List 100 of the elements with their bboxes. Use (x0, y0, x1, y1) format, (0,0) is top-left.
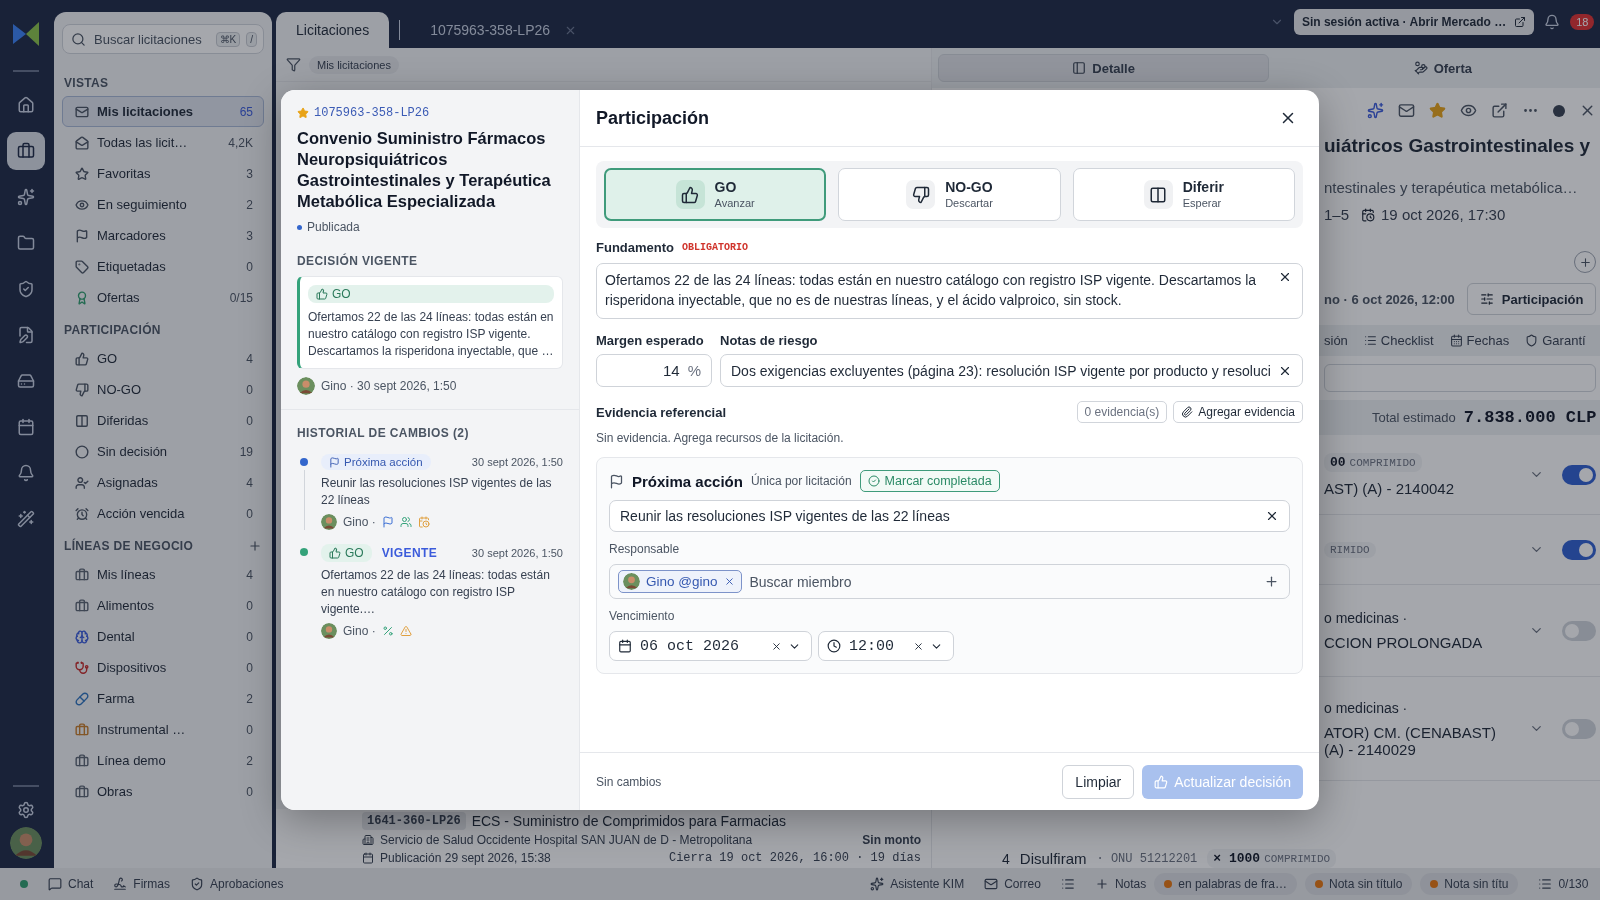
eye-icon[interactable] (1460, 102, 1478, 119)
sidebar-item[interactable]: Diferidas 0 (62, 405, 264, 436)
sidebar-item[interactable]: Línea demo 2 (62, 745, 264, 776)
add-evidence-button[interactable]: Agregar evidencia (1173, 401, 1303, 423)
sidebar-item[interactable]: Ofertas 0/15 (62, 282, 264, 313)
evidence-count[interactable]: 0 evidencia(s) (1076, 401, 1168, 423)
clear-button[interactable]: Limpiar (1062, 764, 1135, 799)
time-input[interactable]: 12:00 (847, 636, 907, 656)
action-field[interactable]: Reunir las resoluciones ISP vigentes de las 22 líneas (609, 500, 1290, 532)
reason-field[interactable]: Ofertamos 22 de las 24 líneas: todas están en nuestro catálogo con registro ISP vigente. Descartamos la risperidona inyectable, que no es de nuestras líneas, y el ácido valproico, sin stock. (596, 263, 1303, 319)
sidebar-item[interactable]: GO 4 (62, 343, 264, 374)
clear-icon[interactable] (771, 640, 782, 652)
sidebar-item[interactable]: Instrumental … 0 (62, 714, 264, 745)
tab[interactable]: Licitaciones (276, 12, 390, 48)
sidebar-item[interactable]: Asignadas 4 (62, 467, 264, 498)
sidebar-item[interactable]: Todas las licit… 4,2K (62, 127, 264, 158)
sidebar-item[interactable]: Marcadores 3 (62, 220, 264, 251)
sidebar-item[interactable]: Etiquetadas 0 (62, 251, 264, 282)
sidebar-item[interactable]: Obras 0 (62, 776, 264, 807)
time-field[interactable]: 12:00 (818, 631, 954, 661)
total-value: 7.838.000 CLP (1463, 408, 1597, 427)
sidebar-item[interactable]: Dental 0 (62, 621, 264, 652)
margin-field[interactable]: 14 % (596, 354, 712, 387)
session-button[interactable]: Sin sesión activa · Abrir Mercado … (1293, 9, 1535, 35)
clear-icon[interactable] (1278, 270, 1292, 284)
margin-input[interactable]: 14 (605, 361, 682, 380)
sidebar-item[interactable]: Mis licitaciones 65 (62, 96, 264, 127)
status-button[interactable]: Aprobaciones (190, 877, 284, 891)
sub-tab[interactable]: Garantí (1525, 333, 1586, 348)
sparkles-icon[interactable] (1367, 102, 1385, 119)
search-field[interactable] (1324, 364, 1597, 392)
participation-button[interactable]: Participación (1466, 283, 1597, 315)
list-icon[interactable] (1060, 877, 1075, 891)
action-input[interactable]: Reunir las resoluciones ISP vigentes de las 22 líneas (618, 507, 1259, 525)
filter-icon[interactable] (286, 57, 301, 72)
toggle[interactable] (1562, 620, 1597, 641)
decision-tag: GO (321, 544, 372, 562)
clear-icon[interactable] (1265, 509, 1279, 523)
complete-button[interactable]: Marcar completada (859, 470, 1000, 492)
decision-option[interactable]: Diferir Esperar (1072, 168, 1295, 221)
add-icon[interactable] (1264, 574, 1279, 589)
sidebar-item[interactable]: NO-GO 0 (62, 374, 264, 405)
check-circle-icon (867, 475, 880, 487)
briefcase-icon (17, 142, 35, 160)
sidebar-item[interactable]: Acción vencida 0 (62, 498, 264, 529)
status-button[interactable]: Correo (984, 877, 1041, 891)
filter-chip[interactable]: Mis licitaciones (309, 55, 399, 74)
tab[interactable]: Oferta (1277, 54, 1600, 82)
search-input[interactable]: Buscar licitaciones (92, 30, 210, 48)
item-count: 0 (246, 629, 253, 644)
sidebar-item[interactable]: Favoritas 3 (62, 158, 264, 189)
tender-card[interactable] (276, 809, 931, 868)
sidebar-item[interactable]: Farma 2 (62, 683, 264, 714)
toggle[interactable] (1562, 464, 1597, 485)
status-button[interactable]: Asistente KIM (870, 877, 965, 891)
decision-option[interactable]: NO-GO Descartar (838, 168, 1061, 221)
sidebar-item[interactable]: Mis líneas 4 (62, 559, 264, 590)
risk-notes-input[interactable]: Dos exigencias excluyentes (página 23): resolución ISP vigente por producto y resoluci (729, 361, 1272, 380)
note-chip[interactable]: Nota sin título (1305, 873, 1413, 895)
note-chip[interactable]: en palabras de fra… (1154, 873, 1297, 895)
remove-icon[interactable] (723, 576, 735, 587)
paperclip-icon (1181, 406, 1194, 418)
nav-button[interactable] (7, 132, 45, 170)
mail-icon[interactable] (1398, 102, 1416, 119)
tab[interactable]: Detalle (938, 54, 1270, 82)
shield-icon (1525, 334, 1539, 347)
toggle[interactable] (1562, 539, 1597, 560)
sidebar-item[interactable]: Dispositivos 0 (62, 652, 264, 683)
notes-button[interactable]: Notas (1094, 877, 1147, 891)
note-chip[interactable]: Nota sin títu (1420, 873, 1519, 895)
add-button[interactable] (1574, 251, 1597, 273)
bell-icon[interactable] (1544, 14, 1561, 30)
status-button[interactable]: Firmas (113, 877, 171, 891)
status-button[interactable]: Chat (48, 877, 94, 891)
risk-notes-field[interactable]: Dos exigencias excluyentes (página 23): resolución ISP vigente por producto y resoluci (720, 354, 1303, 387)
logo (11, 20, 41, 48)
settings-icon[interactable] (17, 801, 35, 819)
star-icon[interactable] (1429, 102, 1447, 119)
member-field[interactable]: Gino @gino Buscar miembro (609, 564, 1290, 599)
mail-icon (75, 104, 89, 119)
sidebar-item[interactable]: Sin decisión 19 (62, 436, 264, 467)
clear-icon[interactable] (913, 640, 924, 652)
sub-tab[interactable]: Fechas (1449, 333, 1510, 348)
external-link-icon[interactable] (1491, 102, 1509, 119)
sidebar-item[interactable]: En seguimiento 2 (62, 189, 264, 220)
line-name: o medicinas · (1324, 610, 1409, 626)
decision-option[interactable]: GO Avanzar (604, 168, 827, 221)
member-search-input[interactable]: Buscar miembro (747, 572, 1258, 591)
tab[interactable]: 1075963-358-LP26 (410, 12, 598, 48)
sub-tab[interactable]: Checklist (1363, 333, 1434, 348)
search-field[interactable]: Buscar licitaciones ⌘K / (62, 24, 264, 54)
sub-tab[interactable]: sión (1324, 333, 1348, 348)
calendar-icon (362, 852, 374, 864)
date-input[interactable]: 06 oct 2026 (638, 636, 765, 656)
reason-input[interactable]: Ofertamos 22 de las 24 líneas: todas están en nuestro catálogo con registro ISP vigente. Descartamos la risperidona inyectable, que no es de nuestras líneas, y el ácido valproico, sin stock. (605, 270, 1272, 312)
date-field[interactable]: 06 oct 2026 (609, 631, 812, 661)
thumbs-up-icon (1154, 774, 1169, 789)
counter[interactable]: 0/130 (1538, 877, 1589, 891)
toggle[interactable] (1562, 718, 1597, 739)
sidebar-item[interactable]: Alimentos 0 (62, 590, 264, 621)
